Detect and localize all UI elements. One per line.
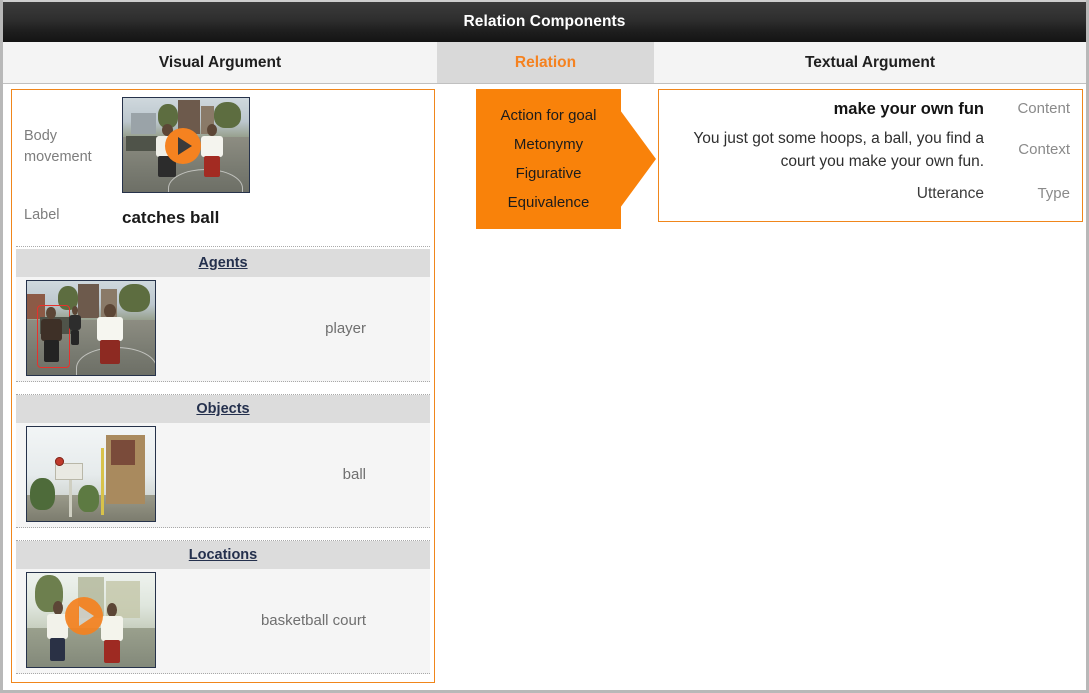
relation-components-window: Relation Components Visual Argument Rela… xyxy=(0,0,1089,693)
tab-visual-argument[interactable]: Visual Argument xyxy=(3,42,437,83)
section-heading-agents: Agents xyxy=(198,255,248,271)
object-name: ball xyxy=(342,465,366,483)
label-key: Label xyxy=(24,207,60,223)
relation-arrow: Action for goal Metonymy Figurative Equi… xyxy=(476,89,656,229)
relation-item-metonymy[interactable]: Metonymy xyxy=(514,136,583,153)
section-gap-1 xyxy=(12,382,434,394)
context-key: Context xyxy=(1018,141,1070,158)
section-gap-2 xyxy=(12,528,434,540)
location-thumbnail[interactable] xyxy=(16,572,156,668)
play-icon[interactable] xyxy=(65,597,103,635)
agents-row: player xyxy=(16,277,430,382)
type-value: Utterance xyxy=(916,185,984,202)
header-divider xyxy=(16,246,430,247)
tab-textual-argument[interactable]: Textual Argument xyxy=(654,42,1086,83)
type-key: Type xyxy=(1037,185,1070,202)
tab-bar: Visual Argument Relation Textual Argumen… xyxy=(3,42,1086,84)
section-header-locations: Locations xyxy=(16,541,430,569)
location-name: basketball court xyxy=(260,611,366,629)
tab-relation[interactable]: Relation xyxy=(437,42,654,83)
relation-list: Action for goal Metonymy Figurative Equi… xyxy=(476,89,621,229)
window-title: Relation Components xyxy=(463,13,626,30)
window-titlebar: Relation Components xyxy=(3,0,1086,42)
label-value: catches ball xyxy=(122,208,220,227)
textual-argument-panel: make your own fun Content You just got s… xyxy=(658,89,1083,222)
content-key: Content xyxy=(1017,100,1070,117)
relation-arrow-tip xyxy=(620,110,656,208)
relation-item-action-for-goal[interactable]: Action for goal xyxy=(501,107,597,124)
content-value: make your own fun xyxy=(833,100,984,118)
content-row: make your own fun Content xyxy=(673,98,1070,120)
context-value: You just got some hoops, a ball, you fin… xyxy=(693,130,984,170)
locations-row: basketball court xyxy=(16,569,430,674)
relation-item-figurative[interactable]: Figurative xyxy=(516,165,582,182)
label-row: Label catches ball xyxy=(12,205,434,232)
body-movement-thumbnail[interactable] xyxy=(122,90,250,193)
body-movement-label: Body movement xyxy=(24,128,92,165)
play-icon[interactable] xyxy=(165,128,201,164)
section-header-agents: Agents xyxy=(16,249,430,277)
type-row: Utterance Type xyxy=(673,183,1070,205)
visual-argument-panel: Body movement Label catches ball Agents … xyxy=(11,89,435,683)
objects-row: ball xyxy=(16,423,430,528)
section-header-objects: Objects xyxy=(16,395,430,423)
context-row: You just got some hoops, a ball, you fin… xyxy=(673,127,1070,173)
relation-item-equivalence[interactable]: Equivalence xyxy=(508,194,590,211)
object-thumbnail[interactable] xyxy=(16,426,156,522)
agent-name: player xyxy=(325,319,366,337)
content-area: Body movement Label catches ball Agents … xyxy=(3,84,1086,690)
agent-thumbnail[interactable] xyxy=(16,280,156,376)
section-heading-objects: Objects xyxy=(196,401,250,417)
visual-argument-header: Body movement Label catches ball xyxy=(12,90,434,247)
body-movement-row: Body movement xyxy=(12,90,434,193)
section-heading-locations: Locations xyxy=(188,547,258,563)
